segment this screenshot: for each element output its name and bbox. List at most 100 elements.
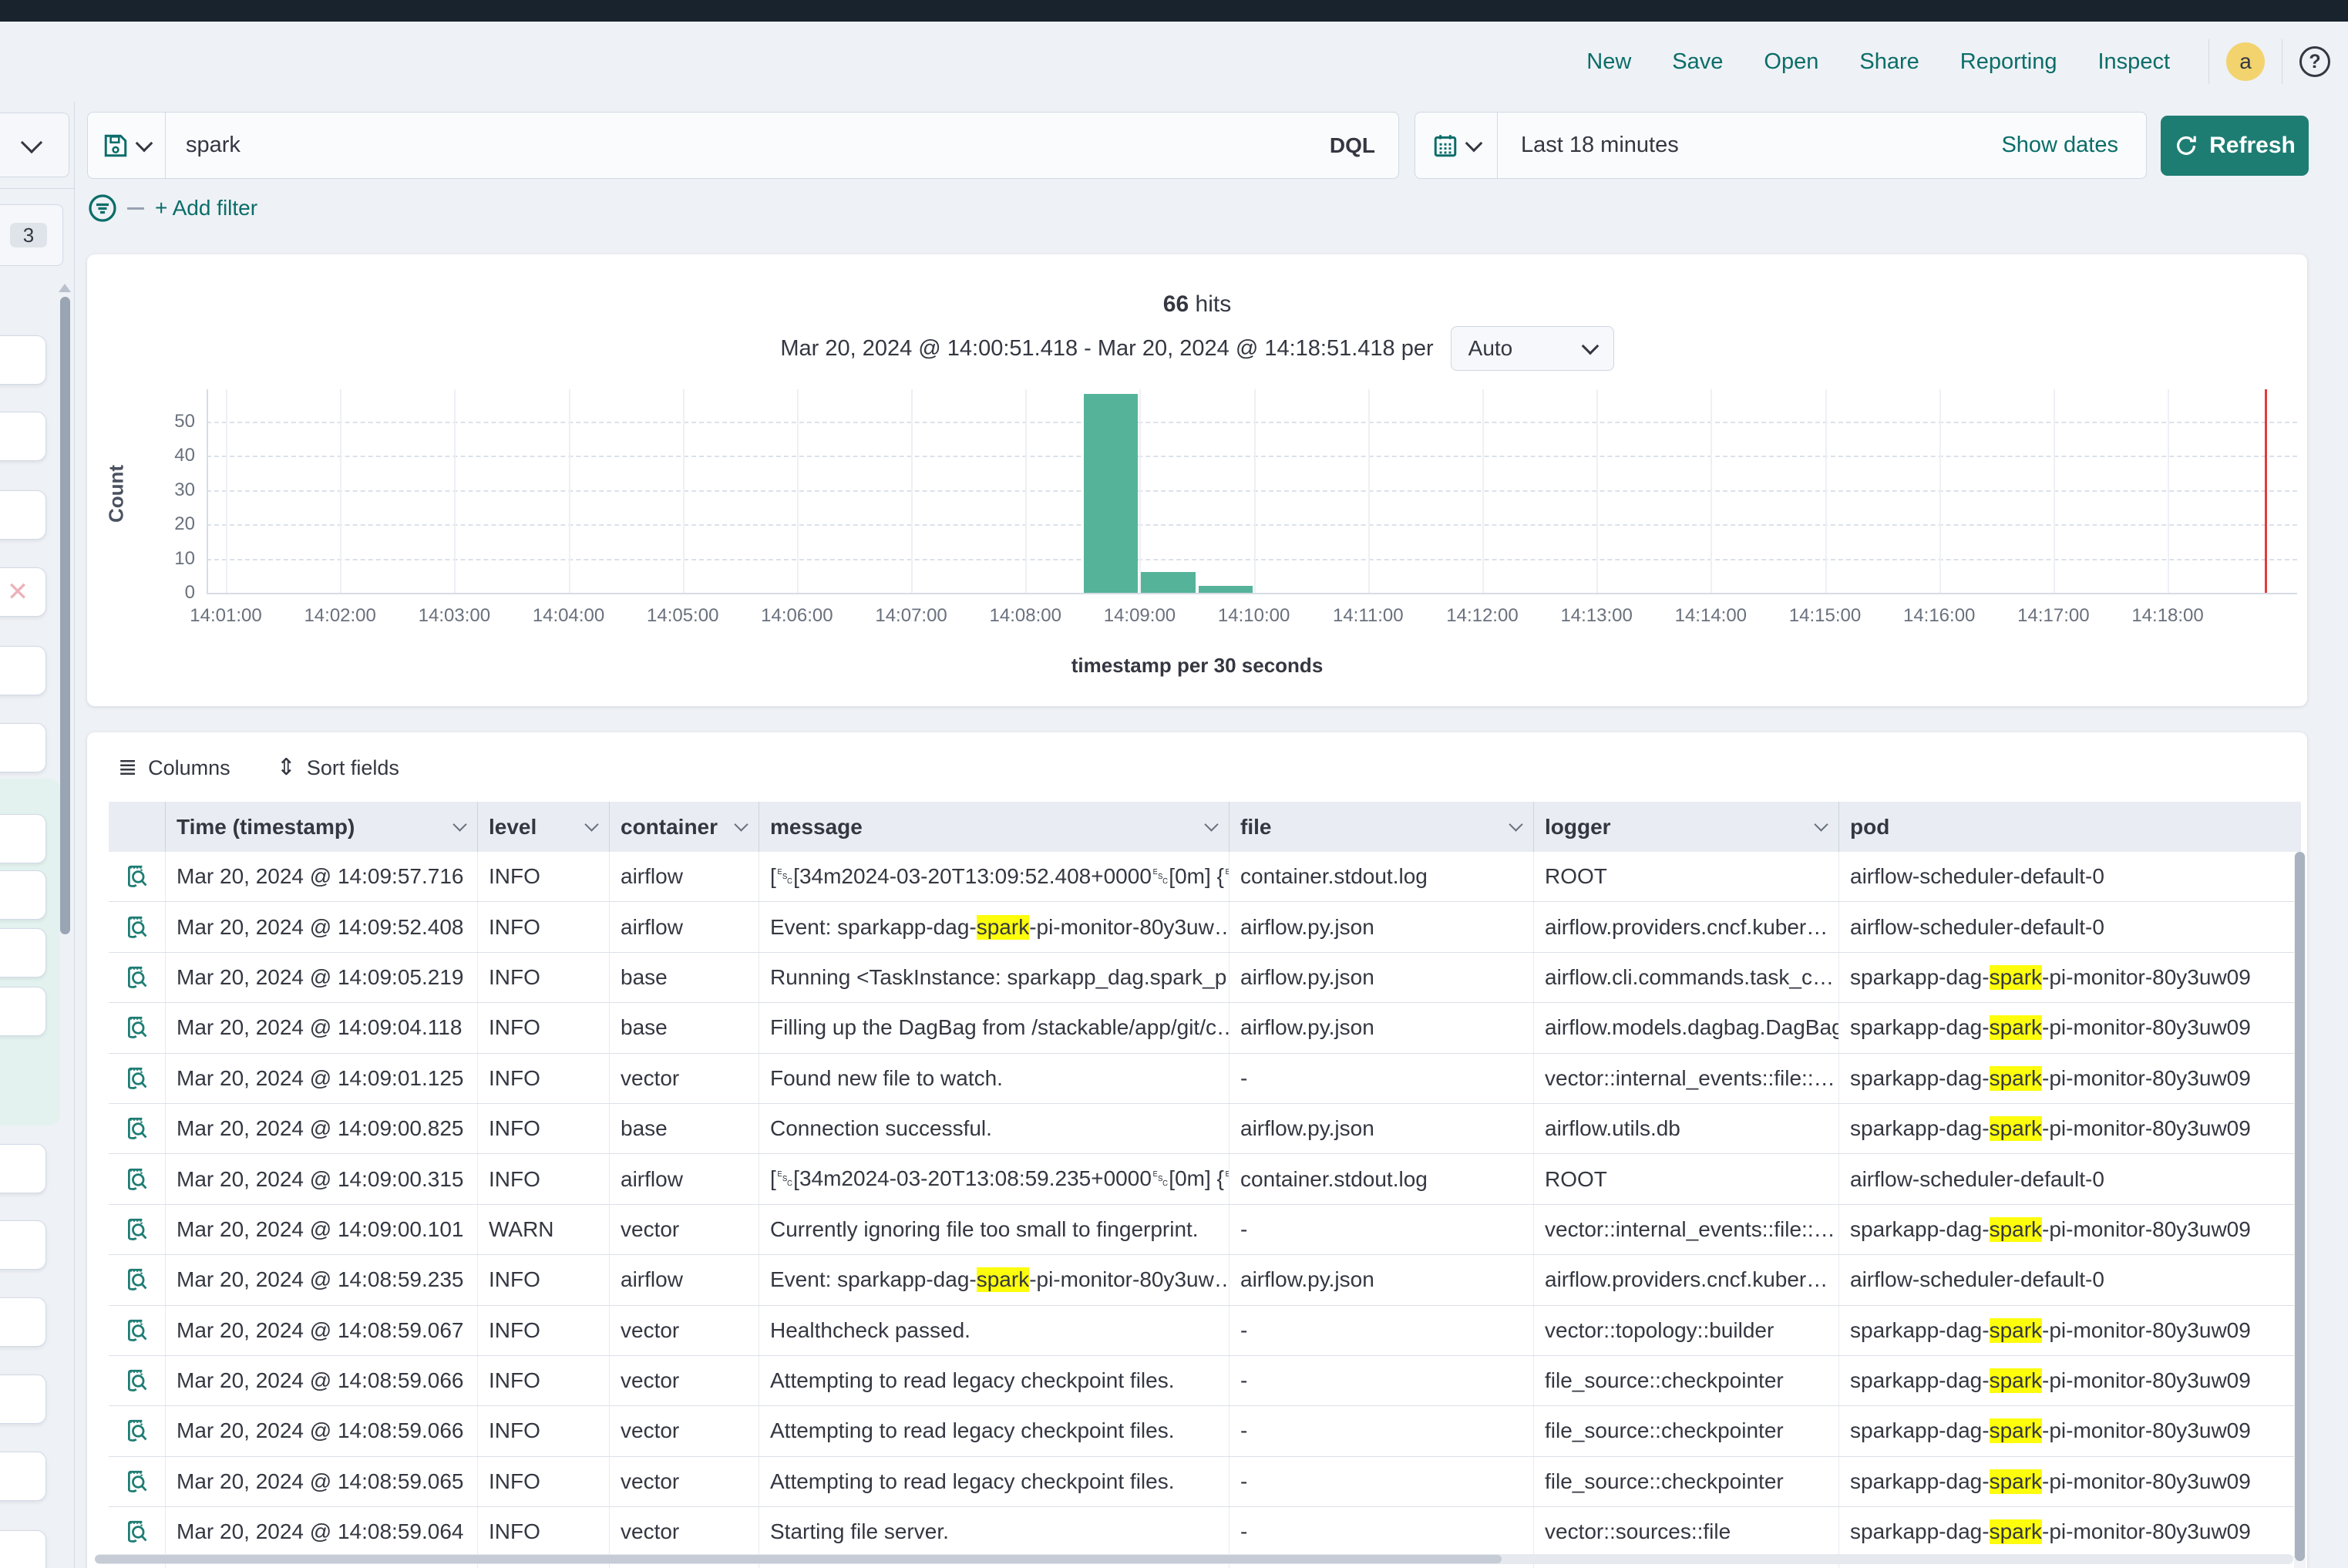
- expand-document-button[interactable]: [109, 1306, 166, 1355]
- column-header-expand[interactable]: [109, 802, 166, 852]
- field-button[interactable]: [0, 1452, 46, 1501]
- expand-document-button[interactable]: [109, 1457, 166, 1506]
- field-button[interactable]: ✕: [0, 567, 46, 617]
- sidebar-collapse-button[interactable]: [0, 113, 69, 177]
- column-header-label: level: [489, 815, 537, 840]
- chevron-down-icon: [136, 134, 153, 152]
- nav-item-save[interactable]: Save: [1672, 49, 1723, 75]
- histogram-bar[interactable]: [1199, 586, 1253, 593]
- column-header-level[interactable]: level: [478, 802, 610, 852]
- cell-file: airflow.py.json: [1230, 1255, 1534, 1304]
- y-tick-label: 20: [126, 513, 195, 535]
- sort-chevron-icon[interactable]: [1509, 817, 1522, 831]
- vscroll-thumb[interactable]: [2295, 852, 2305, 1561]
- expand-document-button[interactable]: [109, 1406, 166, 1455]
- column-header-file[interactable]: file: [1230, 802, 1534, 852]
- field-button[interactable]: [0, 412, 46, 461]
- expand-document-button[interactable]: [109, 1104, 166, 1153]
- search-input[interactable]: spark: [166, 133, 1330, 158]
- sidebar-divider: [0, 188, 74, 189]
- column-header-time-timestamp-[interactable]: Time (timestamp): [166, 802, 478, 852]
- cell-container: airflow: [610, 902, 759, 951]
- table-horizontal-scrollbar[interactable]: [95, 1554, 2293, 1564]
- histogram-plot[interactable]: 0102030405014:01:0014:02:0014:03:0014:04…: [87, 254, 2307, 706]
- filter-icon[interactable]: [87, 193, 118, 224]
- query-language-button[interactable]: DQL: [1330, 133, 1398, 158]
- date-quick-select-button[interactable]: [1415, 113, 1498, 178]
- cell-container: vector: [610, 1205, 759, 1254]
- sort-chevron-icon[interactable]: [1814, 817, 1828, 831]
- cell-container: base: [610, 953, 759, 1002]
- nav-item-inspect[interactable]: Inspect: [2098, 49, 2171, 75]
- column-header-message[interactable]: message: [759, 802, 1230, 852]
- histogram-bar[interactable]: [1141, 572, 1195, 593]
- sort-fields-button[interactable]: ⇕ Sort fields: [277, 756, 399, 780]
- field-button[interactable]: [0, 870, 46, 920]
- table-row: Mar 20, 2024 @ 14:09:04.118INFObaseFilli…: [109, 1003, 2301, 1053]
- cell-level: INFO: [478, 1457, 610, 1506]
- expand-document-button[interactable]: [109, 1507, 166, 1556]
- help-icon[interactable]: ?: [2299, 46, 2330, 77]
- selected-fields-count-box[interactable]: 3: [0, 204, 63, 266]
- nav-item-reporting[interactable]: Reporting: [1960, 49, 2057, 75]
- field-button[interactable]: [0, 987, 46, 1036]
- nav-item-new[interactable]: New: [1586, 49, 1631, 75]
- columns-button[interactable]: ≣ Columns: [118, 756, 230, 780]
- saved-queries-button[interactable]: [88, 113, 166, 178]
- field-button[interactable]: [0, 1297, 46, 1347]
- y-gridline: [207, 456, 2297, 457]
- field-button[interactable]: [0, 1144, 46, 1193]
- field-button[interactable]: [0, 1375, 46, 1424]
- field-button[interactable]: [0, 335, 46, 385]
- x-gridline: [1939, 389, 1941, 593]
- cell-pod: sparkapp-dag-spark-pi-monitor-80y3uw09: [1839, 1356, 2301, 1405]
- expand-document-button[interactable]: [109, 1205, 166, 1254]
- scroll-up-arrow-icon[interactable]: [59, 284, 71, 292]
- field-button[interactable]: [0, 646, 46, 695]
- sidebar-scrollbar[interactable]: [60, 297, 70, 934]
- cell-time: Mar 20, 2024 @ 14:09:04.118: [166, 1003, 478, 1052]
- column-header-pod[interactable]: pod: [1839, 802, 2301, 852]
- sort-chevron-icon[interactable]: [452, 817, 466, 831]
- expand-document-button[interactable]: [109, 852, 166, 901]
- cell-pod: airflow-scheduler-default-0: [1839, 852, 2301, 901]
- field-button[interactable]: [0, 723, 46, 772]
- cell-logger: file_source::checkpointer: [1534, 1356, 1839, 1405]
- expand-document-button[interactable]: [109, 1054, 166, 1103]
- field-button[interactable]: [0, 490, 46, 540]
- cell-message: Starting file server.: [759, 1507, 1230, 1556]
- sort-chevron-icon[interactable]: [734, 817, 748, 831]
- cell-pod: sparkapp-dag-spark-pi-monitor-80y3uw09: [1839, 1054, 2301, 1103]
- cell-time: Mar 20, 2024 @ 14:09:00.825: [166, 1104, 478, 1153]
- sort-chevron-icon[interactable]: [1204, 817, 1218, 831]
- results-table-panel: ≣ Columns ⇕ Sort fields Time (timestamp)…: [87, 732, 2307, 1568]
- remove-field-icon[interactable]: ✕: [7, 579, 29, 605]
- field-button[interactable]: [0, 814, 46, 863]
- expand-document-button[interactable]: [109, 902, 166, 951]
- refresh-button[interactable]: Refresh: [2161, 116, 2309, 176]
- filter-dash: [127, 207, 144, 210]
- field-button[interactable]: [0, 1220, 46, 1270]
- time-range-value[interactable]: Last 18 minutes: [1498, 133, 2001, 158]
- expand-document-button[interactable]: [109, 1356, 166, 1405]
- hscroll-thumb[interactable]: [95, 1555, 1502, 1563]
- show-dates-link[interactable]: Show dates: [2001, 133, 2146, 158]
- avatar[interactable]: a: [2226, 42, 2265, 81]
- table-body: Mar 20, 2024 @ 14:09:57.716INFOairflow[␛…: [109, 852, 2301, 1568]
- x-axis-line: [207, 593, 2297, 594]
- column-header-logger[interactable]: logger: [1534, 802, 1839, 852]
- field-button[interactable]: [0, 1530, 46, 1568]
- expand-document-button[interactable]: [109, 1003, 166, 1052]
- expand-document-button[interactable]: [109, 953, 166, 1002]
- expand-document-button[interactable]: [109, 1255, 166, 1304]
- histogram-bar[interactable]: [1084, 394, 1138, 593]
- expand-document-button[interactable]: [109, 1154, 166, 1203]
- column-header-container[interactable]: container: [610, 802, 759, 852]
- table-vertical-scrollbar[interactable]: [2294, 852, 2306, 1568]
- nav-item-open[interactable]: Open: [1764, 49, 1818, 75]
- sort-chevron-icon[interactable]: [584, 817, 598, 831]
- nav-item-share[interactable]: Share: [1859, 49, 1919, 75]
- add-filter-button[interactable]: + Add filter: [155, 196, 257, 220]
- field-button[interactable]: [0, 928, 46, 977]
- nav-divider: [2208, 39, 2209, 84]
